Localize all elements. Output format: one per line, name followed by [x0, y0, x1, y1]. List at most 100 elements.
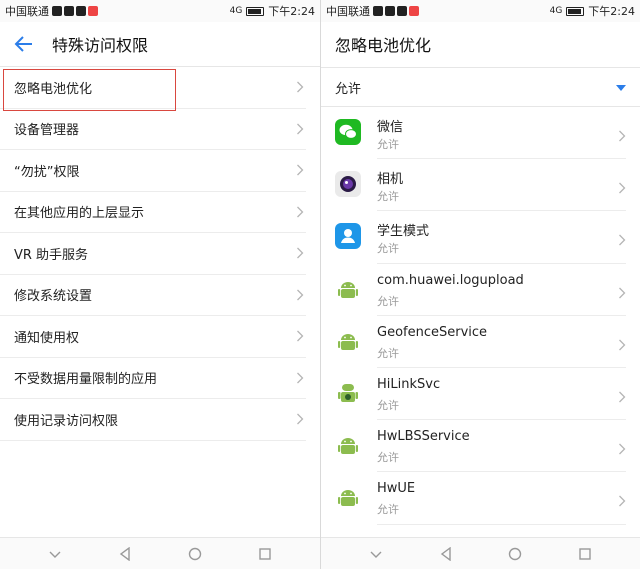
permission-item[interactable]: “勿扰”权限: [0, 150, 306, 192]
app-row[interactable]: GeofenceService 允许: [321, 316, 640, 368]
battery-icon: [566, 6, 585, 16]
header: 忽略电池优化: [321, 22, 640, 66]
chevron-right-icon: [618, 336, 626, 351]
permission-item-label: 修改系统设置: [14, 289, 93, 305]
chevron-right-icon: [618, 231, 626, 246]
permission-item[interactable]: 修改系统设置: [0, 275, 306, 316]
permission-item[interactable]: 不受数据用量限制的应用: [0, 358, 306, 399]
app-row[interactable]: HwUE 允许: [321, 472, 640, 525]
app-status: 允许: [377, 294, 399, 308]
page-title: 忽略电池优化: [335, 36, 432, 55]
permission-item-label: 不受数据用量限制的应用: [14, 372, 158, 388]
app-status: 允许: [377, 190, 399, 204]
back-nav-icon[interactable]: [439, 546, 453, 561]
app-row[interactable]: HwLBSService 允许: [321, 420, 640, 473]
chevron-right-icon: [618, 440, 626, 455]
camera-icon: [335, 171, 361, 198]
back-arrow-icon[interactable]: [14, 34, 34, 54]
notification-icons: [52, 6, 98, 16]
app-name: HiLinkSvc: [377, 376, 441, 392]
back-nav-icon[interactable]: [118, 546, 132, 561]
filter-dropdown[interactable]: 允许: [321, 67, 640, 107]
app-name: 相机: [377, 172, 404, 188]
app-status: 允许: [377, 138, 399, 151]
left-screen: 中国联通 4G 下午2:24 特殊访问权限 忽略电池优化 设备管理器 “勿扰”权限在…: [0, 0, 320, 569]
recent-nav-icon[interactable]: [258, 547, 272, 561]
permission-item[interactable]: 设备管理器: [0, 109, 306, 150]
permission-item[interactable]: VR 助手服务: [0, 233, 306, 275]
chevron-right-icon: [296, 206, 304, 218]
chevron-right-icon: [296, 413, 304, 425]
wechat-icon: [335, 119, 361, 145]
page-title: 特殊访问权限: [52, 36, 149, 55]
chevron-right-icon: [296, 372, 304, 384]
chevron-right-icon: [296, 289, 304, 301]
permission-item-label: “勿扰”权限: [14, 164, 80, 180]
home-nav-icon[interactable]: [508, 547, 522, 561]
app-row[interactable]: 学生模式 允许: [321, 211, 640, 264]
app-name: HwLBSService: [377, 429, 470, 445]
permission-item[interactable]: 忽略电池优化: [0, 67, 306, 110]
permission-item-label: 使用记录访问权限: [14, 413, 119, 429]
permission-item[interactable]: 使用记录访问权限: [0, 399, 306, 441]
chevron-right-icon: [618, 179, 626, 194]
home-nav-icon[interactable]: [188, 547, 202, 561]
dropdown-arrow-icon: [616, 85, 626, 91]
chevron-right-icon: [296, 81, 304, 93]
android-icon: [335, 484, 361, 510]
permission-item[interactable]: 在其他应用的上层显示: [0, 192, 306, 233]
divider: [377, 523, 626, 525]
carrier-label: 中国联通: [5, 5, 49, 18]
signal-label: 4G: [229, 6, 243, 16]
app-row[interactable]: com.huawei.logupload 允许: [321, 264, 640, 316]
app-name: 学生模式: [377, 224, 430, 240]
app-status: 允许: [377, 242, 399, 256]
hide-nav-icon[interactable]: [48, 547, 62, 561]
signal-label: 4G: [549, 6, 563, 16]
android-icon: [335, 328, 361, 354]
android-robot-icon: [335, 380, 361, 406]
app-row[interactable]: 相机 允许: [321, 159, 640, 212]
chevron-right-icon: [618, 127, 626, 142]
status-bar: 中国联通 4G 下午2:24: [321, 0, 640, 22]
permission-item-label: 在其他应用的上层显示: [14, 206, 145, 222]
carrier-label: 中国联通: [326, 5, 370, 18]
chevron-right-icon: [296, 247, 304, 259]
notification-icons: [373, 6, 419, 16]
recent-nav-icon[interactable]: [578, 547, 592, 561]
nav-bar: [321, 537, 640, 569]
permission-item[interactable]: 通知使用权: [0, 316, 306, 358]
app-row[interactable]: HiLinkSvc 允许: [321, 368, 640, 421]
permission-list: 忽略电池优化 设备管理器 “勿扰”权限在其他应用的上层显示 VR 助手服务 修改系统设置…: [0, 66, 320, 441]
android-icon: [335, 276, 361, 302]
app-name: GeofenceService: [377, 324, 488, 340]
app-name: HwUE: [377, 481, 416, 497]
android-icon: [335, 432, 361, 458]
system-icons: 4G: [550, 6, 585, 16]
chevron-right-icon: [618, 388, 626, 403]
system-icons: 4G: [230, 6, 265, 16]
permission-item-label: VR 助手服务: [14, 247, 89, 263]
chevron-right-icon: [618, 284, 626, 299]
clock: 下午2:24: [588, 5, 635, 18]
header: 特殊访问权限: [0, 22, 320, 66]
permission-item-label: 通知使用权: [14, 330, 80, 346]
right-screen: 中国联通 4G 下午2:24 忽略电池优化 允许 微信 允许 相机 允许 学生模式 允许 c…: [321, 0, 640, 569]
status-bar: 中国联通 4G 下午2:24: [0, 0, 320, 22]
battery-icon: [246, 6, 265, 16]
app-status: 允许: [377, 398, 399, 412]
app-status: 允许: [377, 346, 399, 360]
chevron-right-icon: [296, 330, 304, 342]
app-row[interactable]: 微信 允许: [321, 107, 640, 160]
student-mode-icon: [335, 223, 361, 250]
app-status: 允许: [377, 451, 399, 465]
permission-item-label: 设备管理器: [14, 123, 80, 139]
app-list: 微信 允许 相机 允许 学生模式 允许 com.huawei.logupload 允许 Geof…: [321, 107, 640, 525]
chevron-right-icon: [296, 164, 304, 176]
app-name: com.huawei.logupload: [377, 272, 524, 288]
hide-nav-icon[interactable]: [369, 547, 383, 561]
clock: 下午2:24: [268, 5, 315, 18]
nav-bar: [0, 537, 320, 569]
chevron-right-icon: [296, 123, 304, 135]
permission-item-label: 忽略电池优化: [14, 81, 93, 97]
